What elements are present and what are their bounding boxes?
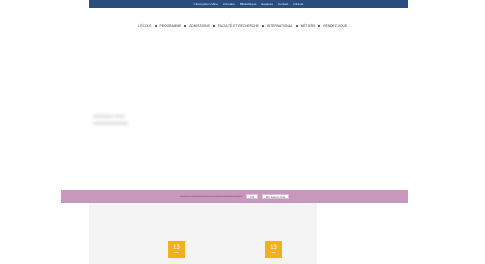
cookie-message: ▪▪▪▪▪▪▪▪▪▪▪▪▪▪▪▪▪▪▪▪▪▪▪▪▪▪▪▪▪▪▪▪▪▪▪▪▪▪▪▪… <box>179 195 243 198</box>
nav-separator-dot <box>154 25 157 27</box>
main-navigation: L'ÉCOLE PROGRAMME ADMISSIONS FACULTÉ ET … <box>138 23 347 29</box>
hero-blurred-text: ▬▬▬▬ ▬▬ ▬▬▬▬▬▬▬ <box>93 113 128 126</box>
nav-separator-dot <box>261 25 264 27</box>
nav-item-international[interactable]: INTERNATIONAL <box>261 24 293 28</box>
nav-item-metiers[interactable]: MÉTIERS <box>295 24 316 28</box>
nav-item-ecole[interactable]: L'ÉCOLE <box>138 24 152 28</box>
nav-item-label: L'ÉCOLE <box>138 24 152 28</box>
nav-item-label: RENDEZ-VOUS <box>323 24 348 28</box>
nav-separator-dot <box>318 25 321 27</box>
topbar-link-contact[interactable]: Contact <box>278 0 288 8</box>
nav-separator-dot <box>212 25 215 27</box>
event-day: 13 <box>270 245 277 251</box>
nav-item-label: PROGRAMME <box>159 24 182 28</box>
cookie-more-button[interactable]: En savoir plus <box>262 194 290 199</box>
topbar-link-bibliotheque[interactable]: Bibliothèque <box>240 0 257 8</box>
nav-item-label: MÉTIERS <box>300 24 316 28</box>
nav-item-label: FACULTÉ ET RECHERCHE <box>217 24 259 28</box>
event-date-badge[interactable]: 13 ▬▬ <box>168 241 185 258</box>
events-panel <box>89 203 317 264</box>
nav-item-admissions[interactable]: ADMISSIONS <box>184 24 210 28</box>
event-day: 13 <box>173 245 180 251</box>
nav-item-programme[interactable]: PROGRAMME <box>154 24 182 28</box>
topbar-link-espaces[interactable]: Espaces <box>261 0 273 8</box>
nav-separator-dot <box>184 25 187 27</box>
nav-separator-dot <box>295 25 298 27</box>
event-date-badge[interactable]: 13 ▬▬ <box>265 241 282 258</box>
cookie-banner: ▪▪▪▪▪▪▪▪▪▪▪▪▪▪▪▪▪▪▪▪▪▪▪▪▪▪▪▪▪▪▪▪▪▪▪▪▪▪▪▪… <box>61 190 408 203</box>
event-month: ▬▬ <box>271 252 276 254</box>
topbar-link-ecosystem[interactable]: L'Ecosystem Mine <box>194 0 218 8</box>
topbar-link-intranet[interactable]: Intranet <box>293 0 303 8</box>
nav-item-rendez-vous[interactable]: RENDEZ-VOUS <box>318 24 347 28</box>
nav-item-label: INTERNATIONAL <box>266 24 293 28</box>
topbar-link-annuaire[interactable]: Annuaire <box>223 0 235 8</box>
nav-item-faculte[interactable]: FACULTÉ ET RECHERCHE <box>212 24 259 28</box>
nav-item-label: ADMISSIONS <box>189 24 210 28</box>
top-utility-bar: L'Ecosystem Mine Annuaire Bibliothèque E… <box>89 0 408 8</box>
cookie-ok-button[interactable]: Ok <box>246 194 259 199</box>
event-month: ▬▬ <box>174 252 179 254</box>
